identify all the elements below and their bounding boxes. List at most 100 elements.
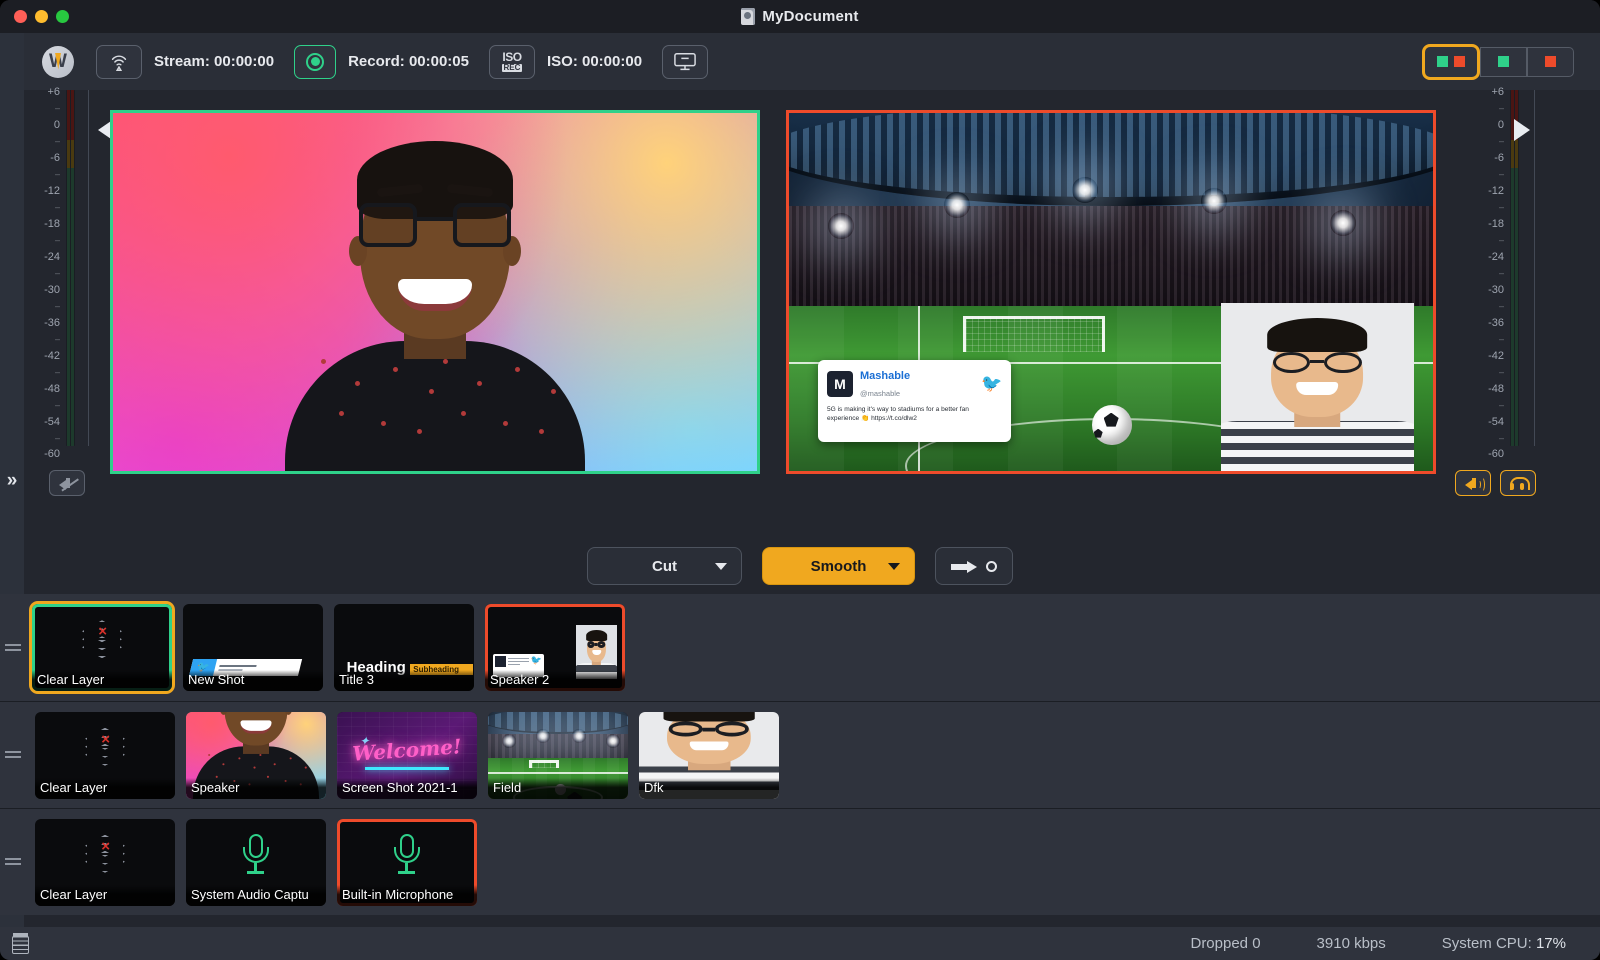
clear-layer-icon: × (78, 835, 132, 879)
meter-tick-minor: – (1499, 202, 1504, 212)
shot-label: Clear Layer (32, 670, 172, 691)
meter-tick-minor: – (1499, 268, 1504, 278)
tweet-overlay: M Mashable @mashable 🐦 5G is making it's… (818, 360, 1011, 442)
meter-tick: -6 (1494, 152, 1504, 164)
tweet-body: 5G is making it's way to stadiums for a … (827, 406, 1002, 424)
shot-speaker[interactable]: Speaker (186, 712, 326, 799)
shot-title-3[interactable]: Heading Subheading Title 3 (334, 604, 474, 691)
meter-tick-minor: – (55, 334, 60, 344)
multi-display-icon[interactable] (662, 45, 708, 79)
meter-tick-minor: – (55, 136, 60, 146)
meter-tick: -42 (44, 350, 60, 362)
cpu-value: 17% (1536, 935, 1566, 952)
meter-tick-minor: – (1499, 367, 1504, 377)
meter-level-pointer[interactable] (1514, 119, 1530, 141)
meter-tick-minor: – (55, 400, 60, 410)
meter-tick: -12 (1488, 185, 1504, 197)
take-button[interactable] (935, 547, 1013, 585)
layer-row-1: × Clear Layer 🐦 New Shot Heading (0, 594, 1600, 701)
double-chevron-right-icon[interactable]: » (7, 471, 18, 490)
program-audio-meter: +6 – 0 – -6 – -12 – -18 – -24 – -30 – -3… (1462, 86, 1546, 486)
window-title: MyDocument (762, 8, 858, 25)
meter-tick: 0 (1498, 119, 1504, 131)
meter-tick: -18 (44, 218, 60, 230)
shot-label: New Shot (183, 670, 323, 691)
layer-row-2: × Clear Layer Speaker (0, 701, 1600, 808)
meter-tick-minor: – (1499, 235, 1504, 245)
meter-tick-minor: – (55, 433, 60, 443)
shot-clear-layer-3[interactable]: × Clear Layer (35, 819, 175, 906)
shot-clear-layer-1[interactable]: × Clear Layer (32, 604, 172, 691)
broadcast-icon[interactable] (96, 45, 142, 79)
meter-tick-minor: – (55, 202, 60, 212)
meter-tick: +6 (1491, 86, 1504, 98)
take-arrow-icon (951, 561, 977, 572)
shot-label: Field (488, 778, 628, 799)
meter-tick: -36 (44, 317, 60, 329)
layout-program-only-button[interactable] (1527, 47, 1574, 77)
transition-ring-icon (986, 561, 997, 572)
shot-dfk[interactable]: Dfk (639, 712, 779, 799)
meter-tick-minor: – (55, 103, 60, 113)
meter-tick: -48 (44, 383, 60, 395)
notepad-icon[interactable] (10, 933, 32, 955)
meter-tick: -30 (44, 284, 60, 296)
shot-new-shot[interactable]: 🐦 New Shot (183, 604, 323, 691)
meter-tick: +6 (47, 86, 60, 98)
transition-select-right[interactable]: Smooth (762, 547, 915, 585)
transition-controls: Cut Smooth (0, 547, 1600, 585)
shot-label: Built-in Microphone (337, 885, 477, 906)
meter-tick: -24 (1488, 251, 1504, 263)
record-label: Record: 00:00:05 (348, 53, 469, 70)
program-speaker-button[interactable] (1455, 470, 1491, 496)
meter-tick-minor: – (55, 367, 60, 377)
iso-label: ISO: 00:00:00 (547, 53, 642, 70)
meter-tick-minor: – (55, 169, 60, 179)
meter-channel-1 (1511, 90, 1514, 446)
status-bar: Dropped 0 3910 kbps System CPU: 17% (0, 927, 1600, 960)
meter-tick-minor: – (1499, 400, 1504, 410)
layout-dual-view-button[interactable] (1422, 44, 1480, 80)
dropped-frames-status: Dropped 0 (1190, 935, 1260, 952)
row-drag-handle[interactable] (5, 857, 21, 867)
meter-tick: -54 (1488, 416, 1504, 428)
shot-label: Title 3 (334, 670, 474, 691)
top-toolbar: W Stream: 00:00:00 Record: 00:00:05 ISOR… (24, 33, 1600, 90)
shot-built-in-microphone[interactable]: Built-in Microphone (337, 819, 477, 906)
preview-mute-button[interactable] (49, 470, 85, 496)
chevron-down-icon (715, 563, 727, 570)
row-drag-handle[interactable] (5, 643, 21, 653)
tweet-header: M Mashable @mashable 🐦 (827, 367, 1002, 401)
preview-audio-meter: +6 – 0 – -6 – -12 – -18 – -24 – -30 – -3… (24, 86, 108, 486)
program-monitor[interactable]: M Mashable @mashable 🐦 5G is making it's… (786, 110, 1436, 474)
meter-tick-minor: – (1499, 103, 1504, 113)
meter-tick: -12 (44, 185, 60, 197)
meter-tick-minor: – (55, 301, 60, 311)
meter-tick: -36 (1488, 317, 1504, 329)
cpu-label: System CPU: (1442, 935, 1532, 952)
shot-label: Clear Layer (35, 885, 175, 906)
headphones-icon (1510, 477, 1526, 490)
row-drag-handle[interactable] (5, 750, 21, 760)
meter-bars (66, 90, 75, 446)
headphones-button[interactable] (1500, 470, 1536, 496)
meter-tick: -42 (1488, 350, 1504, 362)
shot-speaker-2[interactable]: 🐦 Speaker 2 (485, 604, 625, 691)
meter-scale-right: +6 – 0 – -6 – -12 – -18 – -24 – -30 – -3… (1474, 86, 1504, 446)
meter-tick-minor: – (1499, 169, 1504, 179)
program-indicator-icon (1545, 56, 1556, 67)
shot-clear-layer-2[interactable]: × Clear Layer (35, 712, 175, 799)
shot-system-audio-capture[interactable]: System Audio Captu (186, 819, 326, 906)
preview-monitor[interactable] (110, 110, 760, 474)
layout-preview-only-button[interactable] (1480, 47, 1527, 77)
iso-rec-icon[interactable]: ISOREC (489, 45, 535, 79)
meter-channel-2 (1515, 90, 1518, 446)
speaker-on-icon (1465, 477, 1481, 489)
record-button[interactable] (294, 45, 336, 79)
meter-tick-minor: – (55, 268, 60, 278)
meter-tick: 0 (54, 119, 60, 131)
transition-select-left[interactable]: Cut (587, 547, 742, 585)
shot-field[interactable]: Field (488, 712, 628, 799)
shot-screen-shot[interactable]: ✦ Welcome! Screen Shot 2021-1 (337, 712, 477, 799)
shot-label: Speaker (186, 778, 326, 799)
